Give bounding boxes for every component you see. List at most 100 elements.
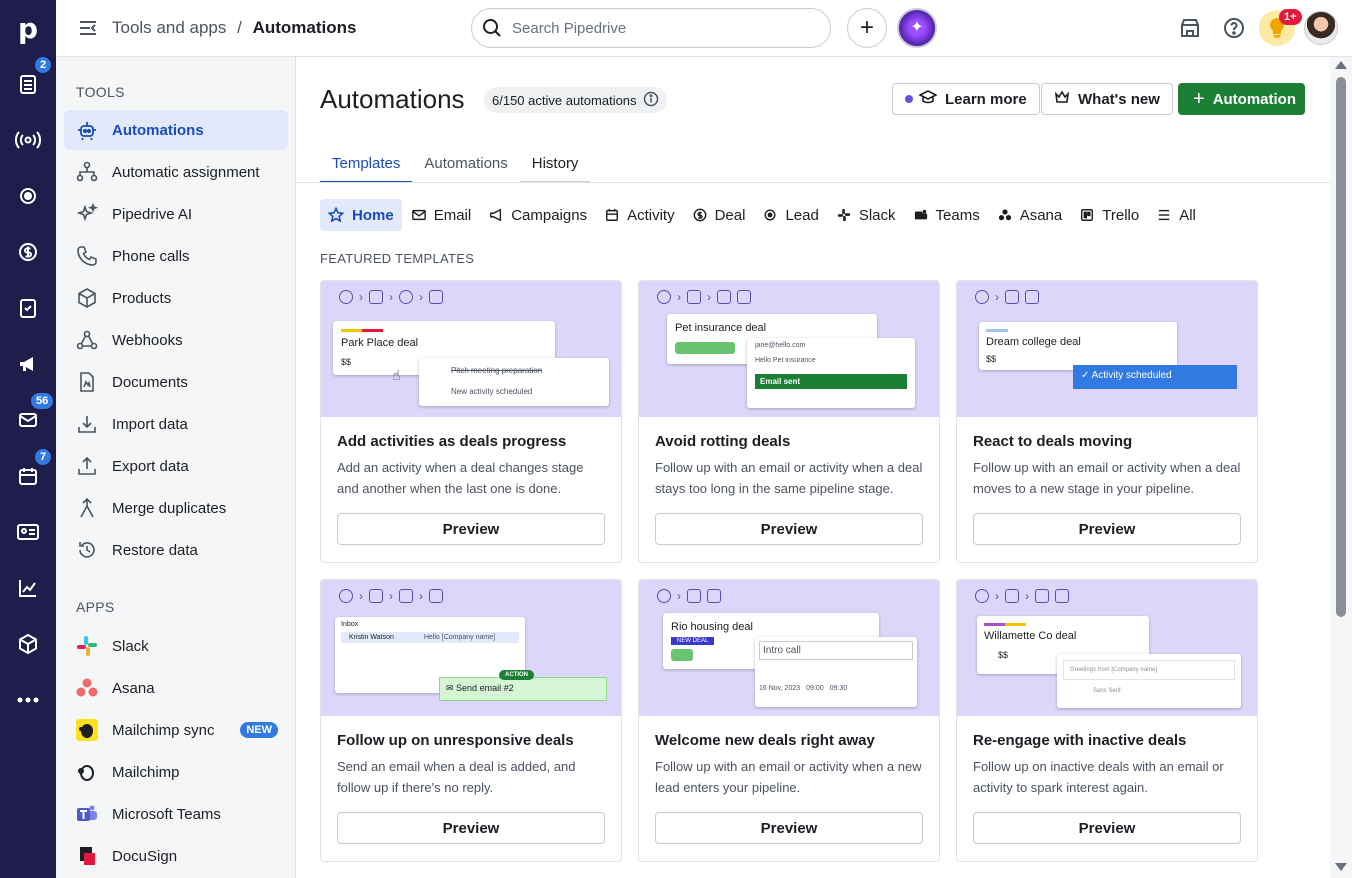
apps-heading: APPS — [76, 599, 115, 615]
template-description: Follow up with an email or activity when… — [655, 460, 923, 496]
tab-templates[interactable]: Templates — [320, 147, 413, 183]
preview-button[interactable]: Preview — [655, 812, 923, 844]
sidebar-item-label: Export data — [112, 457, 189, 475]
target-nav-icon[interactable] — [0, 168, 56, 224]
preview-button[interactable]: Preview — [973, 513, 1241, 545]
template-card[interactable]: › › › Inbox Kristin Watson Hello [Company n… — [320, 579, 622, 862]
featured-templates-heading: FEATURED TEMPLATES — [320, 251, 475, 266]
scroll-down-icon[interactable] — [1335, 863, 1347, 871]
category-email[interactable]: Email — [404, 199, 480, 231]
sidebar-item-restore-data[interactable]: Restore data — [64, 530, 288, 570]
template-card[interactable]: › › Willamette Co deal $$ Greetings from … — [956, 579, 1258, 862]
avatar[interactable] — [1304, 11, 1338, 45]
contacts-nav-icon[interactable] — [0, 504, 56, 560]
activity-start: 09:00 — [806, 685, 824, 692]
campaigns-nav-icon[interactable] — [0, 336, 56, 392]
template-card[interactable]: › › › Park Place deal $$ Pitch meeting pre… — [320, 280, 622, 563]
menu-toggle-icon[interactable] — [78, 18, 98, 43]
scrollbar-thumb[interactable] — [1336, 77, 1346, 617]
scrollbar[interactable] — [1330, 57, 1352, 878]
leads-nav-icon[interactable] — [0, 112, 56, 168]
sparkles-icon — [76, 202, 99, 225]
sidebar-item-asana[interactable]: Asana — [64, 668, 288, 708]
trello-icon — [1081, 209, 1094, 221]
sidebar-item-documents[interactable]: Documents — [64, 362, 288, 402]
category-label: Email — [433, 206, 472, 224]
template-card[interactable]: › › Pet insurance deal jane@hello.com Hel… — [638, 280, 940, 563]
category-slack[interactable]: Slack — [829, 199, 904, 231]
category-home[interactable]: Home — [320, 199, 402, 231]
dot-icon — [905, 95, 913, 103]
search-placeholder: Search Pipedrive — [512, 19, 627, 37]
sidebar-item-automations[interactable]: Automations — [64, 110, 288, 150]
search-input[interactable]: Search Pipedrive — [471, 8, 831, 48]
docusign-icon — [76, 845, 98, 867]
tab-automations[interactable]: Automations — [412, 147, 519, 183]
plus-icon: + — [1193, 87, 1205, 110]
email-editor: Greetings from [Company name] Sans Serif — [1057, 654, 1241, 708]
activity-scheduled-text: Activity scheduled — [1091, 370, 1172, 381]
activity-scheduled: New activity scheduled — [451, 387, 533, 396]
sidebar-item-label: Phone calls — [112, 247, 190, 265]
inbox-title: Inbox — [341, 621, 359, 628]
category-deal[interactable]: Deal — [685, 199, 754, 231]
category-activity[interactable]: Activity — [597, 199, 683, 231]
more-nav-icon[interactable] — [0, 672, 56, 728]
sidebar-item-mailchimp[interactable]: Mailchimp — [64, 752, 288, 792]
teams-icon — [914, 209, 927, 220]
category-trello[interactable]: Trello — [1072, 199, 1147, 231]
scroll-up-icon[interactable] — [1335, 61, 1347, 69]
help-icon[interactable] — [1223, 17, 1245, 44]
mailchimp-icon — [76, 719, 98, 741]
category-all[interactable]: All — [1149, 199, 1204, 231]
tab-history[interactable]: History — [519, 147, 591, 183]
category-lead[interactable]: Lead — [755, 199, 826, 231]
sidebar-item-products[interactable]: Products — [64, 278, 288, 318]
preview-button[interactable]: Preview — [973, 812, 1241, 844]
sidebar-item-automatic-assignment[interactable]: Automatic assignment — [64, 152, 288, 192]
sidebar-item-microsoft-teams[interactable]: Microsoft Teams — [64, 794, 288, 834]
quick-add-button[interactable]: + — [847, 8, 887, 48]
new-deal-tag: NEW DEAL — [671, 637, 715, 645]
sidebar-item-mailchimp-sync[interactable]: Mailchimp sync NEW — [64, 710, 288, 750]
category-asana[interactable]: Asana — [990, 199, 1071, 231]
star-icon — [328, 207, 344, 223]
category-label: Home — [352, 206, 394, 224]
pipedrive-logo[interactable]: p — [0, 0, 56, 56]
template-title: Follow up on unresponsive deals — [337, 732, 574, 749]
sidebar-item-docusign[interactable]: DocuSign — [64, 836, 288, 876]
template-illustration: › Dream college deal $$ ✓ Activity sched… — [957, 281, 1257, 417]
sidebar-item-pipedrive-ai[interactable]: Pipedrive AI — [64, 194, 288, 234]
sidebar-item-webhooks[interactable]: Webhooks — [64, 320, 288, 360]
mail-badge: 56 — [31, 393, 54, 409]
sidebar-item-label: DocuSign — [112, 847, 178, 865]
template-card[interactable]: › Dream college deal $$ ✓ Activity sched… — [956, 280, 1258, 563]
learn-more-button[interactable]: Learn more — [892, 83, 1040, 115]
sidebar-item-merge-duplicates[interactable]: Merge duplicates — [64, 488, 288, 528]
dollar-nav-icon[interactable] — [0, 224, 56, 280]
crown-icon — [1054, 89, 1070, 109]
sidebar-item-slack[interactable]: Slack — [64, 626, 288, 666]
info-icon[interactable] — [643, 91, 659, 110]
whats-new-button[interactable]: What's new — [1041, 83, 1173, 115]
preview-button[interactable]: Preview — [337, 812, 605, 844]
insights-nav-icon[interactable] — [0, 560, 56, 616]
ai-assistant-button[interactable]: ✦ — [897, 8, 937, 48]
add-automation-button[interactable]: + Automation — [1178, 83, 1305, 115]
template-illustration: › › Pet insurance deal jane@hello.com Hel… — [639, 281, 939, 417]
category-teams[interactable]: Teams — [906, 199, 988, 231]
preview-button[interactable]: Preview — [655, 513, 923, 545]
sidebar-item-phone-calls[interactable]: Phone calls — [64, 236, 288, 276]
asana-icon — [998, 209, 1011, 221]
sidebar-item-export-data[interactable]: Export data — [64, 446, 288, 486]
sidebar-item-label: Merge duplicates — [112, 499, 227, 517]
sidebar-item-import-data[interactable]: Import data — [64, 404, 288, 444]
template-card[interactable]: › Rio housing deal NEW DEAL Intro call 1… — [638, 579, 940, 862]
breadcrumb-parent[interactable]: Tools and apps — [112, 18, 226, 37]
sidebar-item-label: Automatic assignment — [112, 163, 260, 181]
products-nav-icon[interactable] — [0, 616, 56, 672]
category-campaigns[interactable]: Campaigns — [481, 199, 595, 231]
tasks-nav-icon[interactable] — [0, 280, 56, 336]
preview-button[interactable]: Preview — [337, 513, 605, 545]
marketplace-icon[interactable] — [1179, 17, 1201, 44]
